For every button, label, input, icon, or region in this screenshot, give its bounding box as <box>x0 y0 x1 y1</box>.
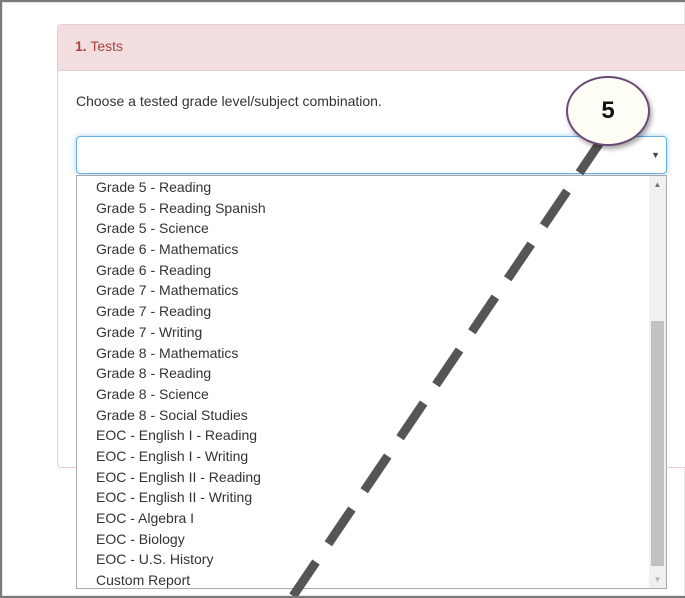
dropdown-option[interactable]: Custom Report <box>96 570 649 588</box>
instruction-text: Choose a tested grade level/subject comb… <box>76 93 382 109</box>
dropdown-option[interactable]: EOC - Algebra I <box>96 508 649 529</box>
dropdown-option[interactable]: Grade 6 - Mathematics <box>96 239 649 260</box>
dropdown-option[interactable]: Grade 7 - Reading <box>96 301 649 322</box>
scroll-down-arrow-icon[interactable]: ▼ <box>649 571 666 588</box>
dropdown-option[interactable]: EOC - Biology <box>96 529 649 550</box>
dropdown-option[interactable]: Grade 5 - Reading Spanish <box>96 198 649 219</box>
dropdown-option[interactable]: EOC - English I - Writing <box>96 446 649 467</box>
dropdown-option[interactable]: EOC - English II - Reading <box>96 467 649 488</box>
callout-number: 5 <box>601 97 615 124</box>
scroll-up-arrow-icon[interactable]: ▲ <box>649 176 666 193</box>
dropdown-option[interactable]: Grade 5 - Reading <box>96 177 649 198</box>
step-callout-circle: 5 <box>566 76 650 146</box>
test-select[interactable]: ▼ <box>76 136 667 174</box>
caret-down-icon[interactable]: ▼ <box>651 150 660 160</box>
dropdown-option[interactable]: EOC - English II - Writing <box>96 487 649 508</box>
dropdown-option[interactable]: Grade 5 - Science <box>96 218 649 239</box>
dropdown-option[interactable]: Grade 7 - Writing <box>96 322 649 343</box>
dropdown-option[interactable]: Grade 8 - Mathematics <box>96 343 649 364</box>
dropdown-option[interactable]: EOC - U.S. History <box>96 549 649 570</box>
panel-heading-number: 1. <box>75 38 87 54</box>
dropdown-option[interactable]: EOC - English I - Reading <box>96 425 649 446</box>
test-dropdown-list[interactable]: Grade 5 - Reading Grade 5 - Reading Spani… <box>76 175 667 589</box>
panel-heading: 1. Tests <box>58 25 685 71</box>
dropdown-option[interactable]: Grade 6 - Reading <box>96 260 649 281</box>
dropdown-options: Grade 5 - Reading Grade 5 - Reading Spani… <box>77 176 649 588</box>
dropdown-option[interactable]: Grade 8 - Reading <box>96 363 649 384</box>
dropdown-scrollbar[interactable]: ▲ ▼ <box>649 176 666 588</box>
scrollbar-thumb[interactable] <box>651 321 664 566</box>
dropdown-option[interactable]: Grade 7 - Mathematics <box>96 280 649 301</box>
dropdown-option[interactable]: Grade 8 - Science <box>96 384 649 405</box>
panel-heading-title: Tests <box>90 38 124 54</box>
dropdown-option[interactable]: Grade 8 - Social Studies <box>96 405 649 426</box>
